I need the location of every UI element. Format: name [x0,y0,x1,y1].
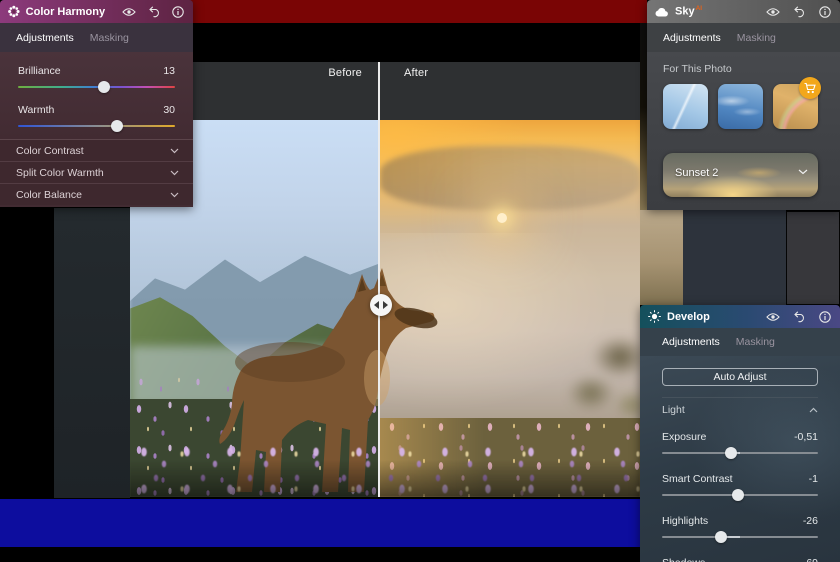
section-color-contrast[interactable]: Color Contrast [0,140,193,162]
light-section-header[interactable]: Light [662,397,818,422]
sky-thumbnail-row [663,84,818,129]
tab-masking[interactable]: Masking [737,32,776,44]
left-right-arrows-icon [374,301,388,309]
letterbox-bar [130,62,640,120]
background-photo-sliver [640,210,683,305]
panel-title: SkyAI [675,5,702,18]
sky-panel: SkyAI Adjustments Masking For This Photo [647,0,840,210]
right-slate-region [683,210,786,305]
color-harmony-header: Color Harmony [0,0,193,23]
warmth-slider-thumb[interactable] [111,120,123,132]
develop-tabbar: Adjustments Masking [640,328,840,356]
slider-label: Exposure [662,431,706,443]
panel-title: Color Harmony [26,6,105,18]
smart-contrast-slider-row: Smart Contrast -1 [662,472,818,502]
cart-icon [804,83,816,94]
selected-sky-dropdown[interactable]: Sunset 2 [663,153,818,197]
slider-value: -0,51 [794,431,818,443]
chevron-down-icon [170,148,179,154]
section-split-color-warmth[interactable]: Split Color Warmth [0,162,193,184]
sky-thumbnail-1[interactable] [663,84,708,129]
app-canvas: Before After Color Harmony [0,0,840,562]
section-color-balance[interactable]: Color Balance [0,184,193,205]
tab-adjustments[interactable]: Adjustments [16,32,74,44]
chevron-down-icon [798,169,808,175]
slider-label: Shadows [662,557,705,562]
highlights-slider[interactable] [662,529,818,544]
eye-icon[interactable] [765,309,780,324]
exposure-slider-row: Exposure -0,51 [662,430,818,460]
eye-icon[interactable] [122,4,136,19]
chevron-down-icon [170,192,179,198]
bottom-blue-strip [0,499,640,547]
ai-badge: AI [696,5,703,12]
color-harmony-tabbar: Adjustments Masking [0,23,193,52]
smart-contrast-slider[interactable] [662,487,818,502]
compare-slider-handle[interactable] [370,294,392,316]
after-label: After [404,67,464,81]
info-icon[interactable] [817,4,832,19]
eye-icon[interactable] [765,4,780,19]
warmth-slider[interactable] [18,118,175,133]
after-warm-tint [380,120,640,497]
color-harmony-icon [8,5,20,18]
for-this-photo-label: For This Photo [663,63,818,75]
slider-value: 69 [806,557,818,562]
cloud-icon [655,7,669,17]
tab-adjustments[interactable]: Adjustments [662,336,720,348]
smart-contrast-slider-thumb[interactable] [732,489,744,501]
brilliance-slider[interactable] [18,79,175,94]
info-icon[interactable] [817,309,832,324]
slider-value: -1 [809,473,818,485]
before-label: Before [302,67,362,81]
slider-value: -26 [803,515,818,527]
color-harmony-panel: Color Harmony Adjustments Masking Brilli… [0,0,193,207]
right-bordered-box [786,211,840,305]
tab-masking[interactable]: Masking [90,32,129,44]
slider-value: 13 [163,65,175,77]
highlights-slider-thumb[interactable] [715,531,727,543]
undo-icon[interactable] [791,309,806,324]
selected-sky-label: Sunset 2 [675,167,718,179]
top-red-strip [185,0,647,23]
left-gray-column [54,208,130,498]
develop-body: Auto Adjust Light Exposure -0,51 Smart C… [640,356,840,562]
highlights-slider-row: Highlights -26 [662,514,818,544]
slider-label: Highlights [662,515,708,527]
sun-icon [648,310,661,323]
sky-header: SkyAI [647,0,840,23]
chevron-up-icon [809,407,818,413]
sky-tabbar: Adjustments Masking [647,23,840,52]
slider-value: 30 [163,104,175,116]
tab-masking[interactable]: Masking [736,336,775,348]
brilliance-slider-thumb[interactable] [98,81,110,93]
sky-body: For This Photo Sunset 2 [647,52,840,210]
cart-badge[interactable] [799,77,821,99]
undo-icon[interactable] [147,4,160,19]
panel-title: Develop [667,311,710,323]
compare-divider[interactable] [378,62,380,497]
right-edge-sliver [640,23,647,210]
slider-label: Brilliance [18,65,61,77]
undo-icon[interactable] [791,4,806,19]
auto-adjust-button[interactable]: Auto Adjust [662,368,818,386]
brilliance-slider-row: Brilliance 13 [18,64,175,94]
exposure-slider[interactable] [662,445,818,460]
exposure-slider-thumb[interactable] [725,447,737,459]
slider-label: Warmth [18,104,54,116]
before-after-viewport: Before After [130,62,640,497]
tab-adjustments[interactable]: Adjustments [663,32,721,44]
warmth-slider-row: Warmth 30 [18,103,175,133]
foreground-flowers [130,444,640,497]
slider-label: Smart Contrast [662,473,733,485]
chevron-down-icon [170,170,179,176]
color-harmony-body: Brilliance 13 Warmth 30 [0,52,193,139]
develop-header: Develop [640,305,840,328]
shadows-slider-row: Shadows 69 [662,556,818,562]
info-icon[interactable] [172,4,185,19]
develop-panel: Develop Adjustments Masking Auto Adjust … [640,305,840,562]
color-harmony-sections: Color Contrast Split Color Warmth Color … [0,139,193,205]
sky-thumbnail-2[interactable] [718,84,763,129]
